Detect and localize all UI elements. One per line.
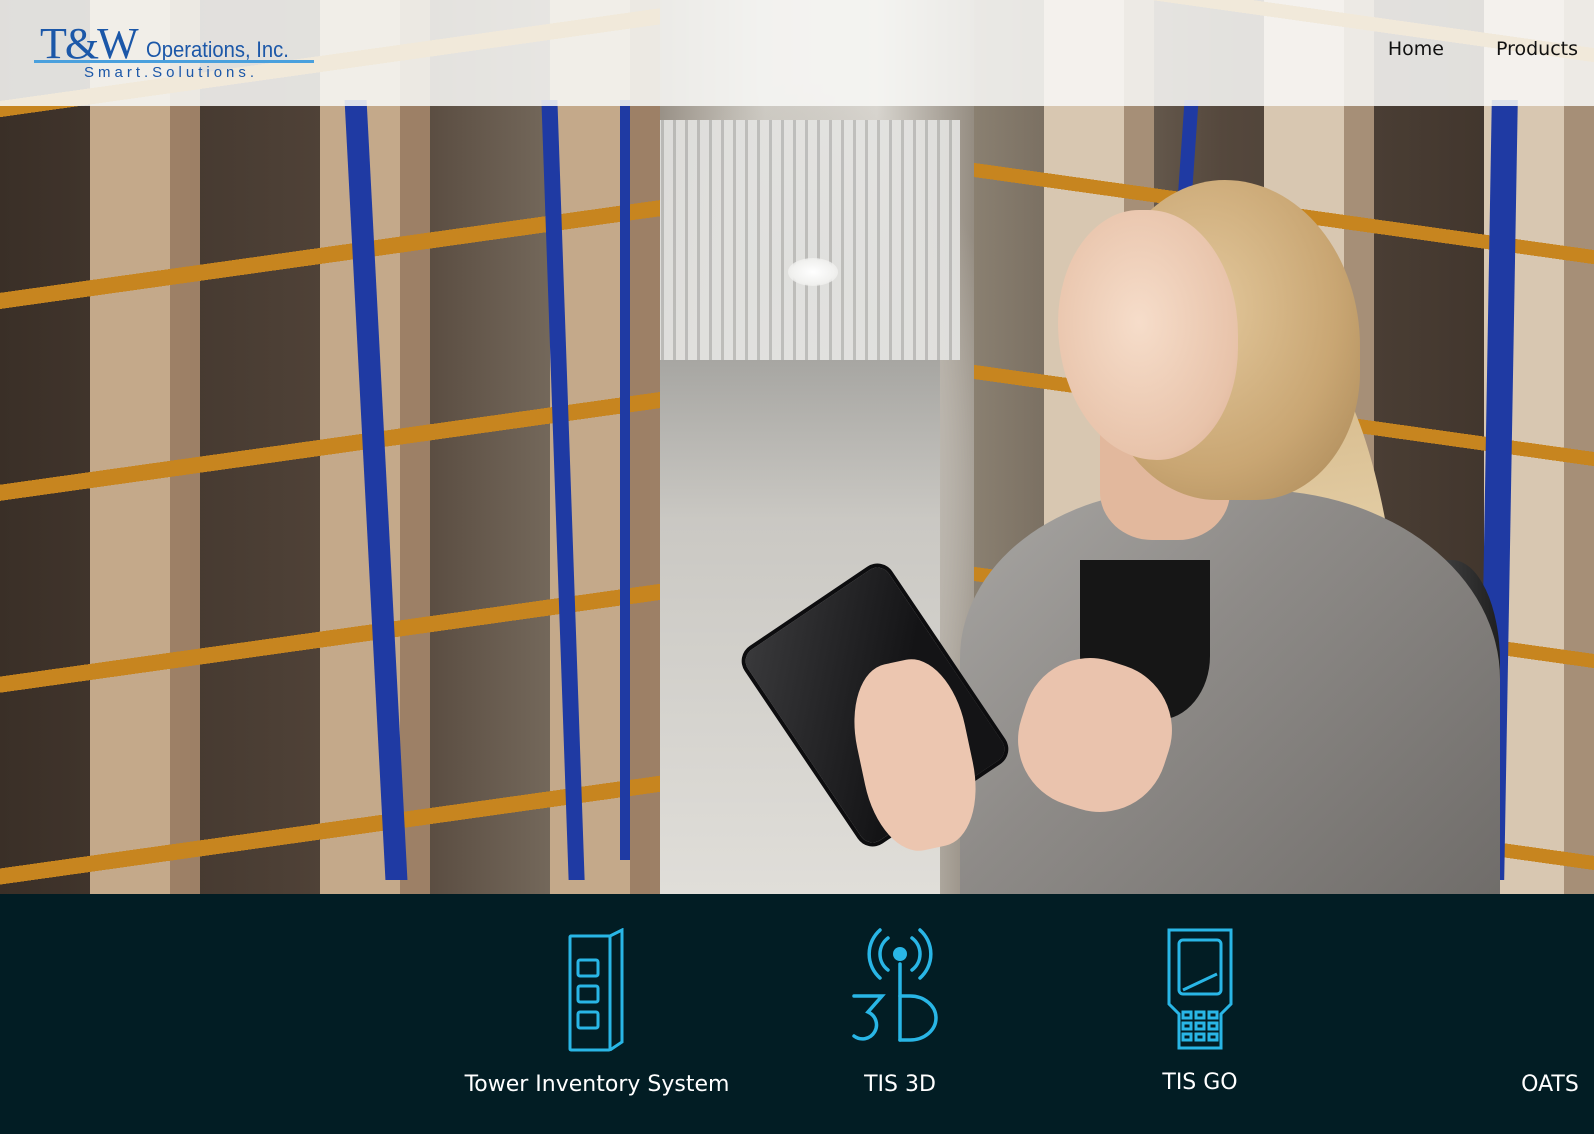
product-oats[interactable]: OATS [1388, 894, 1594, 1134]
product-label: TIS 3D [864, 1072, 936, 1097]
company-logo[interactable]: T&W Operations, Inc. Smart.Solutions. [34, 18, 324, 88]
3d-signal-icon [852, 928, 938, 1042]
tower-cabinet-icon [568, 928, 624, 1052]
product-label: OATS [1521, 1072, 1579, 1097]
handheld-scanner-icon [1167, 928, 1233, 1050]
product-tower-inventory-system[interactable]: Tower Inventory System [447, 894, 747, 1134]
hero-image [0, 0, 1594, 894]
product-label: Tower Inventory System [464, 1072, 730, 1097]
nav-products-link[interactable]: Products [1496, 38, 1578, 60]
product-strip: Tower Inventory System TIS 3D TIS GO OAT… [0, 894, 1594, 1134]
product-label: TIS GO [1162, 1070, 1238, 1095]
product-tis-go[interactable]: TIS GO [1050, 894, 1350, 1134]
site-header: T&W Operations, Inc. Smart.Solutions. Ho… [0, 0, 1594, 106]
logo-tagline: Smart.Solutions. [84, 64, 259, 81]
main-nav: Home Products [1388, 38, 1578, 60]
product-tis-3d[interactable]: TIS 3D [750, 894, 1050, 1134]
logo-underline [34, 60, 314, 63]
nav-home-link[interactable]: Home [1388, 38, 1444, 60]
